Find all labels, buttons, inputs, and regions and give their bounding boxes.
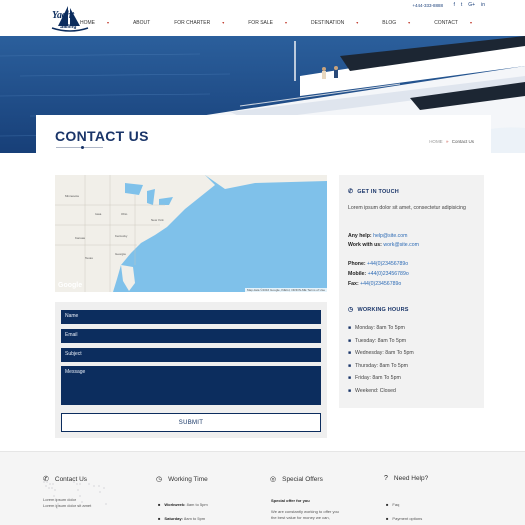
- message-textarea[interactable]: Message: [61, 366, 321, 405]
- footer-contact-text: Lorem ipsum dolor Lorem ipsum dolor sit …: [43, 497, 92, 508]
- bullet-icon: ■: [348, 362, 352, 369]
- list-item: ■ Weekend: Closed: [348, 387, 396, 394]
- svg-text:Texas: Texas: [85, 256, 93, 260]
- help-email-row: Any help: help@site.com: [348, 233, 408, 239]
- list-item: ■ Wednesday: 8am To 5pm: [348, 350, 414, 357]
- help-email-link[interactable]: help@site.com: [373, 233, 407, 239]
- nav-about[interactable]: ABOUT: [121, 20, 162, 26]
- phone-icon: ✆: [348, 189, 354, 195]
- header-phone: +444-333-8888: [412, 3, 443, 8]
- footer-help-links: ■ Faq ■ Payment options: [386, 498, 422, 525]
- footer-help-column: ? Need Help?: [384, 475, 428, 482]
- footer-time-text: ■ Workweek: 8am to 5pm ■ Saturday: 8am to …: [158, 502, 208, 521]
- svg-text:Minnesota: Minnesota: [65, 194, 79, 198]
- svg-text:Kentucky: Kentucky: [115, 234, 128, 238]
- page-title-box: CONTACT US HOME » Contact Us: [36, 115, 491, 153]
- nav-blog[interactable]: BLOG ▾: [370, 20, 422, 26]
- bullet-icon: ■: [386, 516, 389, 521]
- map-google-logo: Google: [58, 282, 83, 289]
- faq-link[interactable]: ■ Faq: [386, 498, 422, 512]
- gift-icon: ◎: [270, 476, 277, 483]
- footer-time-column: ◷ Working Time: [156, 475, 208, 484]
- chevron-down-icon: ▾: [469, 20, 472, 25]
- fax-link[interactable]: +44(0)23456789o: [360, 281, 401, 287]
- linkedin-icon[interactable]: in: [481, 2, 485, 8]
- breadcrumb-separator: »: [445, 139, 449, 144]
- clock-icon: ◷: [156, 476, 163, 483]
- svg-text:Georgia: Georgia: [115, 252, 126, 256]
- nav-destination[interactable]: DESTINATION ▾: [299, 20, 370, 26]
- phone-link[interactable]: +44(0)23456789o: [367, 261, 408, 267]
- work-email-link[interactable]: work@site.com: [383, 242, 419, 248]
- breadcrumb-current: Contact Us: [451, 139, 474, 144]
- nav-home[interactable]: HOME ▾: [68, 20, 121, 26]
- list-item: ■ Thursday: 8am To 5pm: [348, 362, 408, 369]
- list-item: ■ Monday: 8am To 5pm: [348, 325, 405, 332]
- page-title: CONTACT US: [55, 128, 149, 144]
- fax-row: Fax: +44(0)23456789o: [348, 281, 402, 287]
- footer-offers-column: ◎ Special Offers: [270, 475, 323, 484]
- question-icon: ?: [384, 475, 388, 482]
- footer-offers-text: Special offer for you We are constantly …: [271, 498, 339, 520]
- nav-contact[interactable]: CONTACT ▾: [422, 20, 484, 26]
- footer-help-heading: ? Need Help?: [384, 475, 429, 482]
- bullet-icon: ■: [348, 387, 352, 394]
- location-map[interactable]: Minnesota Iowa Ohio New York Kansas Kent…: [55, 175, 327, 292]
- phone-row: Phone: +44(0)23456789o: [348, 261, 409, 267]
- header: Yacht Sailing +444-333-8888 f t G+ in HO…: [0, 0, 525, 36]
- svg-text:Ohio: Ohio: [121, 212, 128, 216]
- google-plus-icon[interactable]: G+: [468, 2, 475, 8]
- svg-text:Kansas: Kansas: [75, 236, 86, 240]
- footer-contact-column: ✆ Contact Us: [43, 475, 88, 484]
- footer-contact-heading: ✆ Contact Us: [43, 475, 88, 484]
- contact-form: Name Email Subject Message SUBMIT: [55, 302, 327, 438]
- bullet-icon: ■: [348, 325, 352, 332]
- social-links: f t G+ in: [454, 2, 486, 8]
- main-nav: HOME ▾ ABOUT FOR CHARTER ▾ FOR SALE ▾ DESTI…: [68, 20, 484, 26]
- facebook-icon[interactable]: f: [454, 2, 455, 8]
- list-item: ■ Tuesday: 8am To 5pm: [348, 337, 407, 344]
- svg-text:New York: New York: [151, 218, 164, 222]
- phone-icon: ✆: [43, 476, 49, 483]
- get-in-touch-heading: ✆ GET IN TOUCH: [348, 189, 399, 195]
- breadcrumb-home[interactable]: HOME: [429, 139, 443, 144]
- name-input[interactable]: Name: [61, 310, 321, 324]
- breadcrumb: HOME » Contact Us: [429, 139, 474, 144]
- map-attribution[interactable]: Map data ©2016 Google, INEGI, ORION-ME T…: [244, 288, 327, 292]
- title-underline: [56, 147, 103, 148]
- clock-icon: ◷: [348, 307, 354, 313]
- footer-offers-heading: ◎ Special Offers: [270, 475, 323, 484]
- map-graphic: Minnesota Iowa Ohio New York Kansas Kent…: [55, 175, 327, 292]
- title-underline-dot: [81, 146, 84, 149]
- nav-for-charter[interactable]: FOR CHARTER ▾: [162, 20, 236, 26]
- list-item: ■ Friday: 8am To 5pm: [348, 375, 401, 382]
- footer-time-heading: ◷ Working Time: [156, 475, 208, 484]
- work-email-row: Work with us: work@site.com: [348, 242, 419, 248]
- chevron-down-icon: ▾: [408, 20, 411, 25]
- nav-for-sale[interactable]: FOR SALE ▾: [236, 20, 299, 26]
- bullet-icon: ■: [348, 337, 352, 344]
- svg-text:Iowa: Iowa: [95, 212, 102, 216]
- chevron-down-icon: ▾: [356, 20, 359, 25]
- working-hours-list: ■ Monday: 8am To 5pm ■ Tuesday: 8am To 5pm…: [348, 322, 414, 397]
- chevron-down-icon: ▾: [222, 20, 225, 25]
- bullet-icon: ■: [348, 375, 352, 382]
- mobile-link[interactable]: +44(0)23456789o: [368, 271, 409, 277]
- payment-options-link[interactable]: ■ Payment options: [386, 512, 422, 525]
- twitter-icon[interactable]: t: [461, 2, 462, 8]
- email-input[interactable]: Email: [61, 329, 321, 343]
- contact-info-panel: ✆ GET IN TOUCH Lorem ipsum dolor sit amet…: [339, 175, 484, 408]
- submit-button[interactable]: SUBMIT: [61, 413, 321, 432]
- bullet-icon: ■: [158, 502, 161, 507]
- subject-input[interactable]: Subject: [61, 348, 321, 362]
- bullet-icon: ■: [386, 502, 389, 507]
- bullet-icon: ■: [158, 516, 161, 521]
- bullet-icon: ■: [348, 350, 352, 357]
- working-hours-heading: ◷ WORKING HOURS: [348, 307, 409, 313]
- mobile-row: Mobile: +44(0)23456789o: [348, 271, 409, 277]
- contact-intro: Lorem ipsum dolor sit amet, consectetur …: [348, 205, 466, 211]
- chevron-down-icon: ▾: [284, 20, 287, 25]
- chevron-down-icon: ▾: [106, 20, 109, 25]
